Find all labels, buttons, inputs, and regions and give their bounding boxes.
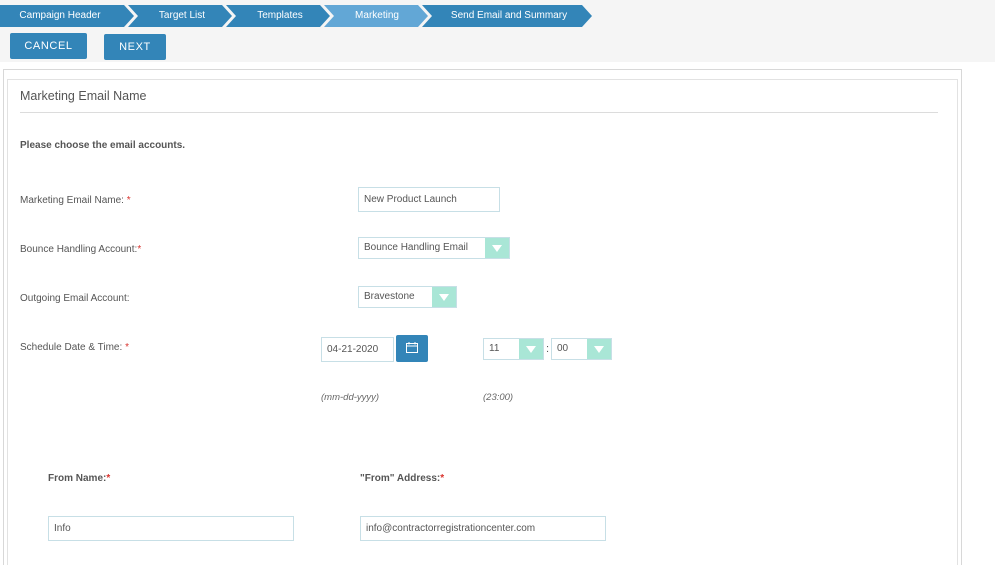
label-text: Marketing Email Name:: [20, 195, 124, 206]
label-text: Bounce Handling Account:: [20, 244, 138, 255]
schedule-date-input[interactable]: 04-21-2020: [321, 337, 394, 362]
from-address-input[interactable]: info@contractorregistrationcenter.com: [360, 516, 606, 541]
outgoing-account-select[interactable]: Bravestone: [358, 286, 457, 308]
label-text: Outgoing Email Account:: [20, 293, 130, 304]
step-target-list[interactable]: Target List: [128, 5, 232, 27]
required-marker: *: [125, 342, 129, 353]
from-name-input[interactable]: Info: [48, 516, 294, 541]
date-format-hint: (mm-dd-yyyy): [321, 392, 380, 403]
label-text: Schedule Date & Time:: [20, 342, 123, 353]
schedule-minute-select[interactable]: 00: [551, 338, 612, 360]
step-send-email-summary[interactable]: Send Email and Summary: [422, 5, 592, 27]
required-marker: *: [126, 195, 131, 206]
label-text: From Name:: [48, 473, 107, 484]
marketing-email-name-label: Marketing Email Name: *: [20, 195, 131, 206]
next-button[interactable]: NEXT: [104, 34, 166, 60]
bounce-account-select[interactable]: Bounce Handling Email: [358, 237, 510, 259]
title-divider: [20, 112, 938, 113]
label-text: "From" Address:: [360, 473, 441, 484]
calendar-icon: [406, 342, 418, 353]
from-address-label: "From" Address:*: [360, 473, 444, 484]
chevron-down-icon[interactable]: [432, 287, 456, 307]
select-value: 00: [557, 343, 569, 354]
step-campaign-header[interactable]: Campaign Header: [0, 5, 134, 27]
required-marker: *: [440, 473, 445, 484]
bounce-account-label: Bounce Handling Account:*: [20, 244, 141, 255]
required-marker: *: [137, 244, 142, 255]
schedule-hour-select[interactable]: 11: [483, 338, 544, 360]
calendar-button[interactable]: [396, 335, 428, 362]
select-value: Bravestone: [364, 291, 415, 302]
schedule-label: Schedule Date & Time: *: [20, 342, 129, 353]
step-templates[interactable]: Templates: [226, 5, 330, 27]
chevron-down-icon[interactable]: [519, 339, 543, 359]
required-marker: *: [106, 473, 111, 484]
step-marketing[interactable]: Marketing: [324, 5, 428, 27]
outgoing-account-label: Outgoing Email Account:: [20, 293, 130, 304]
chevron-down-icon[interactable]: [485, 238, 509, 258]
select-value: 11: [489, 343, 500, 354]
chevron-down-icon[interactable]: [587, 339, 611, 359]
instruction-text: Please choose the email accounts.: [20, 140, 186, 151]
marketing-email-name-input[interactable]: New Product Launch: [358, 187, 500, 212]
time-separator: :: [546, 343, 550, 355]
panel-title: Marketing Email Name: [20, 89, 147, 103]
select-value: Bounce Handling Email: [364, 242, 468, 253]
time-format-hint: (23:00): [483, 392, 514, 403]
from-name-label: From Name:*: [48, 473, 110, 484]
cancel-button[interactable]: CANCEL: [10, 33, 87, 59]
form-panel: [7, 79, 958, 565]
